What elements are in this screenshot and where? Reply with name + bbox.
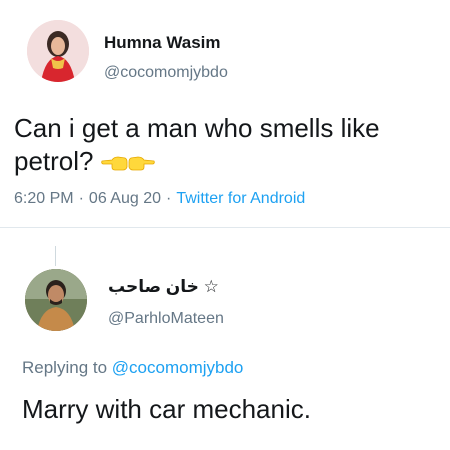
author-handle[interactable]: @cocomomjybdo: [104, 64, 228, 82]
replying-to-prefix: Replying to: [22, 358, 108, 377]
reply-author-handle[interactable]: @ParhloMateen: [108, 310, 224, 328]
meta-separator: ·: [166, 190, 172, 207]
author-name[interactable]: Humna Wasim: [104, 33, 221, 53]
replying-to: Replying to @cocomomjybdo: [22, 358, 243, 378]
tweet-source-link[interactable]: Twitter for Android: [176, 190, 305, 207]
reply-author-name[interactable]: ☆ خان صاحب: [108, 277, 219, 297]
backhand-index-pointing-left-icon: [100, 156, 127, 171]
reply-text: Marry with car mechanic.: [22, 394, 311, 424]
avatar-image: [27, 20, 89, 82]
meta-separator: ·: [78, 190, 84, 207]
tweet-text: Can i get a man who smells like petrol?: [14, 112, 434, 182]
divider: [0, 227, 450, 228]
avatar-image: [25, 269, 87, 331]
author-avatar[interactable]: [27, 20, 89, 82]
reply-author-avatar[interactable]: [25, 269, 87, 331]
backhand-index-pointing-right-icon: [128, 156, 155, 171]
tweet-meta: 6:20 PM · 06 Aug 20 · Twitter for Android: [14, 190, 305, 208]
tweet-text-content: Can i get a man who smells like petrol?: [14, 113, 380, 176]
emoji-group: [100, 149, 156, 182]
tweet-time[interactable]: 6:20 PM: [14, 190, 74, 207]
thread-connector-line: [55, 246, 56, 266]
replying-to-mention-link[interactable]: @cocomomjybdo: [112, 358, 244, 377]
tweet-date[interactable]: 06 Aug 20: [89, 190, 161, 207]
